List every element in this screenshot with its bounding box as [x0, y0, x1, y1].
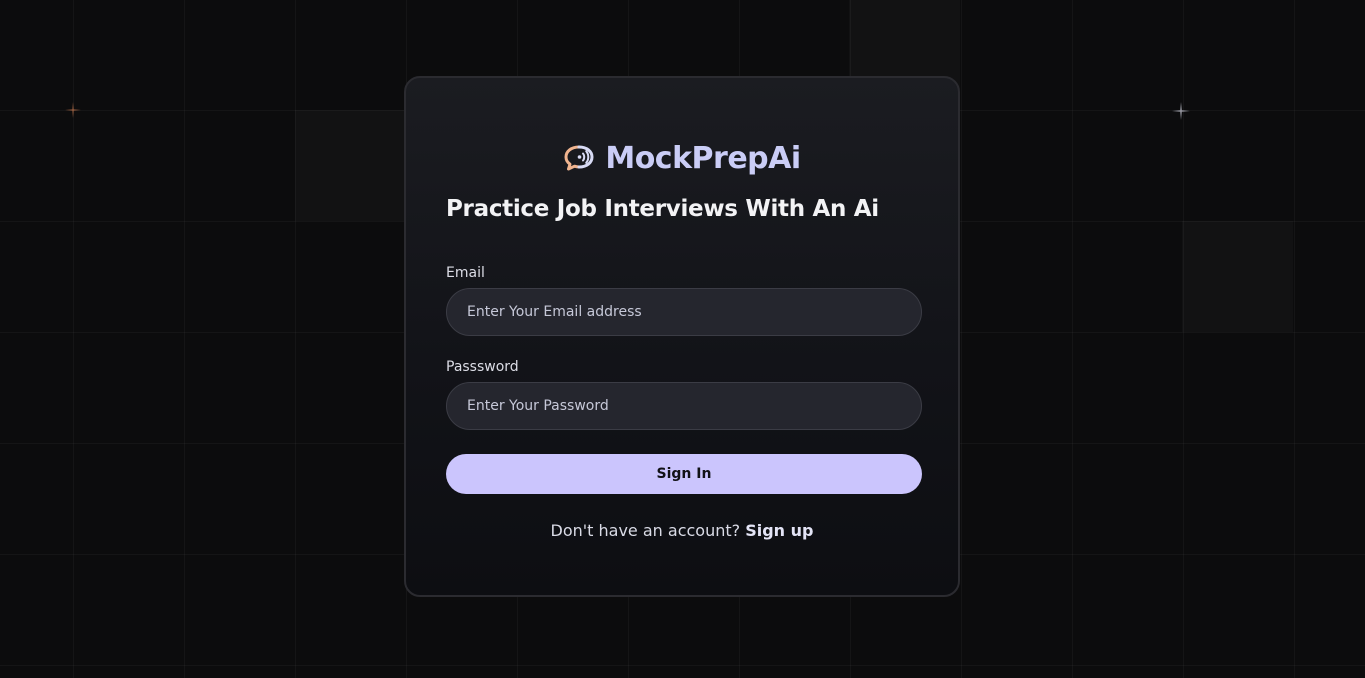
- sign-up-link[interactable]: Sign up: [745, 521, 813, 540]
- grid-tile-highlight: [295, 110, 406, 221]
- password-field[interactable]: [446, 382, 922, 430]
- signup-prompt: Don't have an account? Sign up: [406, 521, 958, 540]
- sparkle-icon: [65, 102, 81, 118]
- page-title: Practice Job Interviews With An Ai: [446, 196, 879, 222]
- brand-name: MockPrepAi: [605, 140, 801, 176]
- login-card: MockPrepAi Practice Job Interviews With …: [404, 76, 960, 597]
- sign-in-button[interactable]: Sign In: [446, 454, 922, 494]
- grid-tile-highlight: [1182, 221, 1293, 332]
- brand-logo: MockPrepAi: [406, 138, 958, 178]
- password-label: Passsword: [446, 359, 519, 375]
- email-field[interactable]: [446, 288, 922, 336]
- signup-prompt-text: Don't have an account?: [550, 521, 741, 540]
- sparkle-icon: [1172, 102, 1190, 120]
- email-label: Email: [446, 265, 485, 281]
- chat-bubble-sound-icon: [564, 145, 594, 171]
